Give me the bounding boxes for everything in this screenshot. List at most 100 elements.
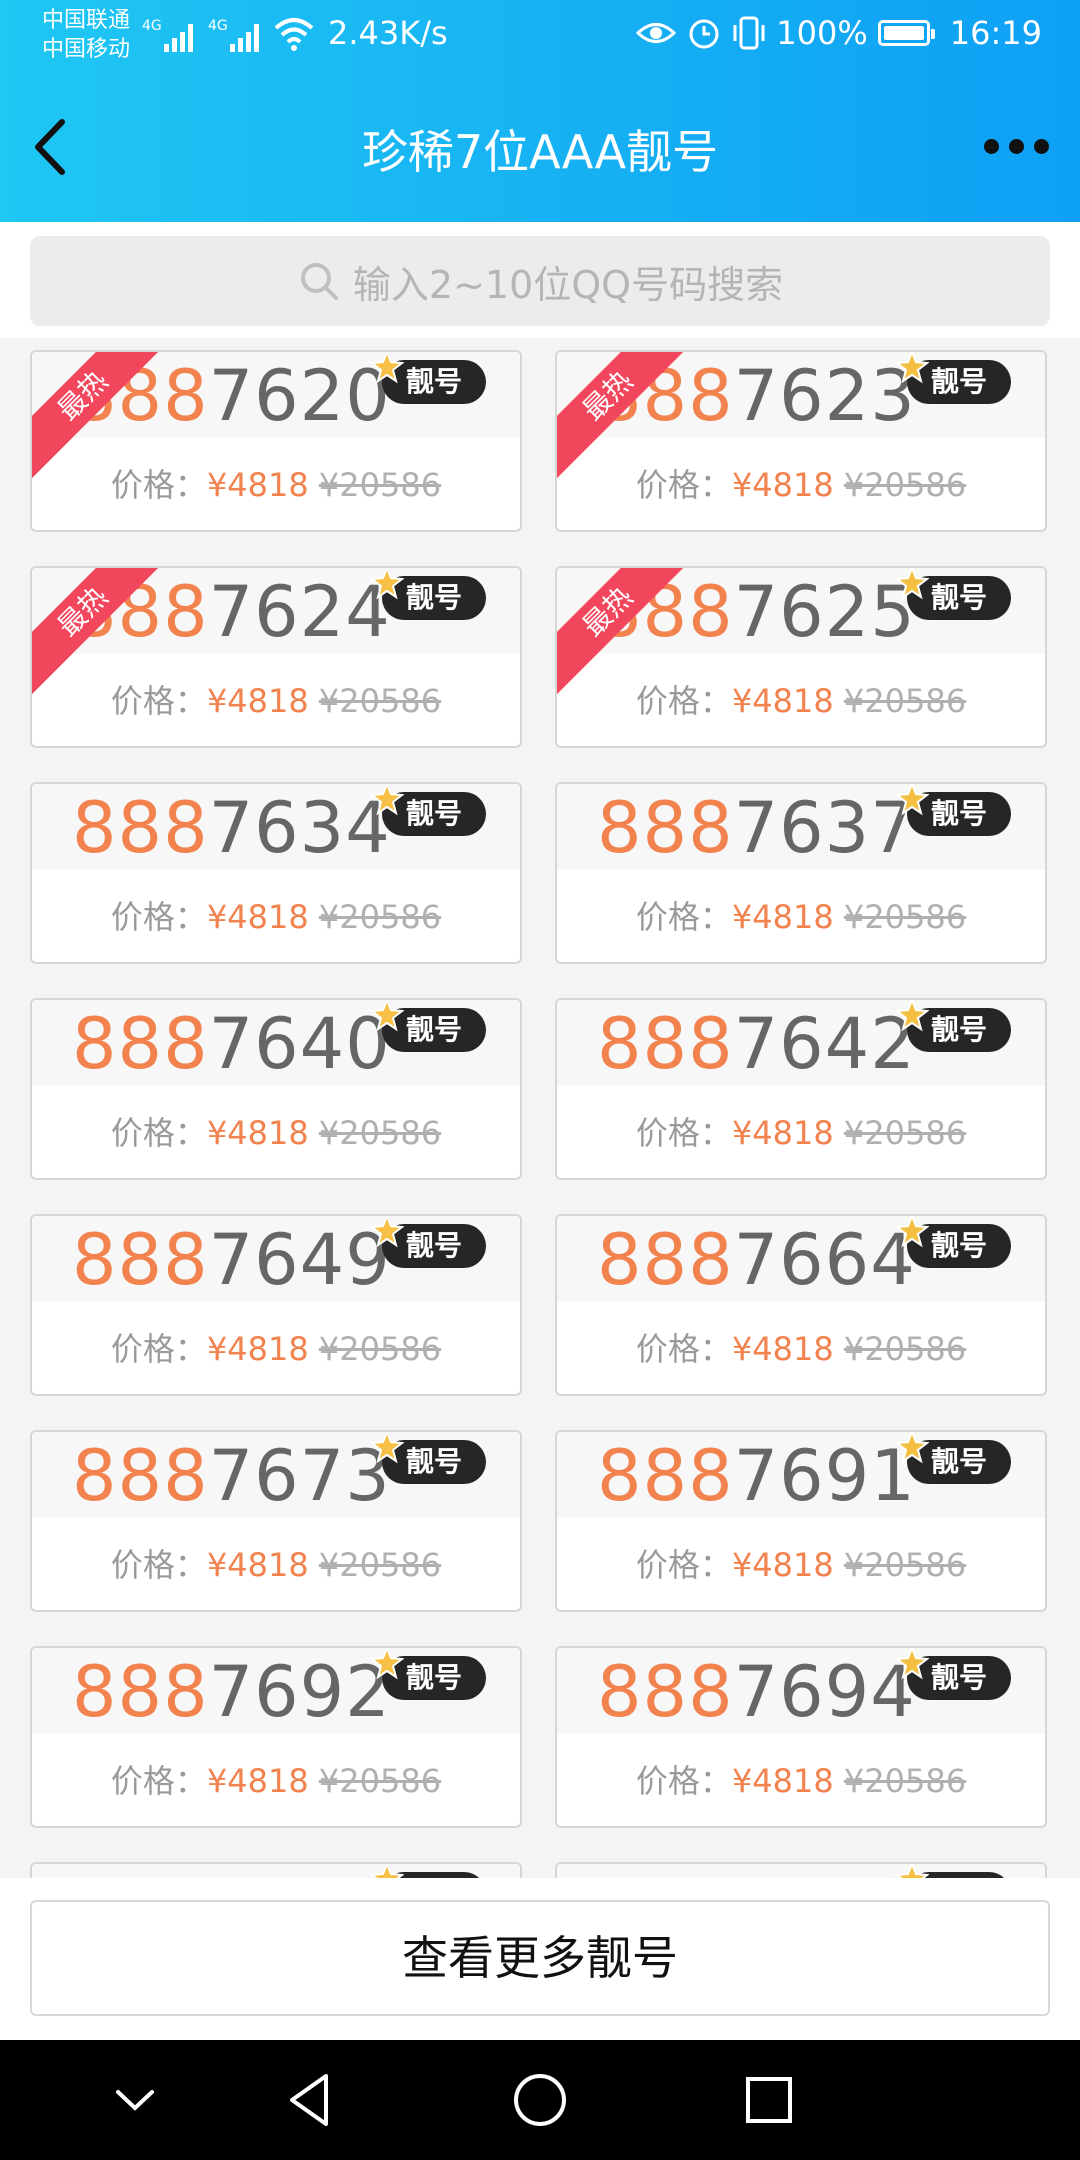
number-card[interactable]: [30, 1862, 522, 1878]
current-price: ¥4818: [731, 1330, 834, 1368]
current-price: ¥4818: [731, 1114, 834, 1152]
price-prefix: 价格：: [110, 1546, 207, 1584]
number-card[interactable]: 8887640 靓号 价格：¥4818 ¥20586: [30, 998, 522, 1180]
price-line: 价格：¥4818 ¥20586: [32, 676, 520, 722]
view-more-button[interactable]: 查看更多靓号: [30, 1900, 1050, 2016]
number-card[interactable]: [555, 1862, 1047, 1878]
price-line: 价格：¥4818 ¥20586: [32, 1756, 520, 1802]
qq-number: 8887649: [72, 1220, 391, 1300]
price-prefix: 价格：: [110, 898, 207, 936]
number-suffix: 7694: [733, 1651, 916, 1733]
number-prefix: 888: [72, 1219, 209, 1301]
premium-badge: 靓号: [895, 1000, 1011, 1052]
number-card[interactable]: 8887664 靓号 价格：¥4818 ¥20586: [555, 1214, 1047, 1396]
number-card[interactable]: 8887694 靓号 价格：¥4818 ¥20586: [555, 1646, 1047, 1828]
number-card[interactable]: 8887623 靓号 价格：¥4818 ¥20586 最热: [555, 350, 1047, 532]
current-price: ¥4818: [731, 1762, 834, 1800]
current-price: ¥4818: [206, 466, 309, 504]
original-price: ¥20586: [843, 898, 967, 936]
battery-icon: [877, 20, 935, 46]
home-circle-icon[interactable]: [495, 2060, 585, 2140]
star-icon: [370, 1648, 404, 1680]
page-title: 珍稀7位AAA靓号: [361, 125, 719, 179]
badge-label: 靓号: [930, 1229, 987, 1262]
number-suffix: 7623: [733, 355, 916, 437]
price-prefix: 价格：: [635, 682, 732, 720]
original-price: ¥20586: [318, 1330, 442, 1368]
badge-label: 靓号: [405, 1661, 462, 1694]
svg-text:4G: 4G: [142, 18, 162, 34]
price-line: 价格：¥4818 ¥20586: [32, 1324, 520, 1370]
number-suffix: 7625: [733, 571, 916, 653]
number-prefix: 888: [72, 1435, 209, 1517]
number-card[interactable]: 8887692 靓号 价格：¥4818 ¥20586: [30, 1646, 522, 1828]
number-suffix: 7691: [733, 1435, 916, 1517]
star-icon: [370, 1432, 404, 1464]
carrier-2: 中国移动: [42, 37, 131, 62]
number-suffix: 7637: [733, 787, 916, 869]
search-area: 输入2~10位QQ号码搜索: [0, 222, 1080, 338]
number-card[interactable]: 8887649 靓号 价格：¥4818 ¥20586: [30, 1214, 522, 1396]
number-prefix: 888: [597, 787, 734, 869]
number-card[interactable]: 8887620 靓号 价格：¥4818 ¥20586 最热: [30, 350, 522, 532]
recents-square-icon[interactable]: [724, 2060, 814, 2140]
current-price: ¥4818: [206, 1330, 309, 1368]
price-line: 价格：¥4818 ¥20586: [557, 676, 1045, 722]
original-price: ¥20586: [318, 1114, 442, 1152]
number-prefix: 888: [597, 1651, 734, 1733]
premium-badge: 靓号: [895, 1648, 1011, 1700]
number-card[interactable]: 8887673 靓号 价格：¥4818 ¥20586: [30, 1430, 522, 1612]
premium-badge: 靓号: [895, 1432, 1011, 1484]
carrier-1: 中国联通: [42, 8, 131, 33]
star-icon: [895, 1216, 929, 1248]
badge-label: 靓号: [930, 1013, 987, 1046]
premium-badge: 靓号: [370, 352, 486, 404]
number-suffix: 7640: [208, 1003, 391, 1085]
number-card[interactable]: 8887625 靓号 价格：¥4818 ¥20586 最热: [555, 566, 1047, 748]
price-prefix: 价格：: [635, 1546, 732, 1584]
star-icon: [895, 568, 929, 600]
star-icon: [895, 1432, 929, 1464]
number-card[interactable]: 8887691 靓号 价格：¥4818 ¥20586: [555, 1430, 1047, 1612]
badge-label: 靓号: [930, 797, 987, 830]
badge-label: 靓号: [405, 1013, 462, 1046]
current-price: ¥4818: [206, 1762, 309, 1800]
number-card[interactable]: 8887634 靓号 价格：¥4818 ¥20586: [30, 782, 522, 964]
premium-badge: 靓号: [895, 352, 1011, 404]
vibrate-icon: [733, 16, 765, 50]
number-prefix: 888: [597, 1219, 734, 1301]
star-icon: [895, 352, 929, 384]
back-triangle-icon[interactable]: [264, 2060, 354, 2140]
more-options-icon[interactable]: [976, 126, 1056, 166]
current-price: ¥4818: [731, 466, 834, 504]
number-suffix: 7620: [208, 355, 391, 437]
qq-number: 8887694: [597, 1652, 916, 1732]
price-line: 价格：¥4818 ¥20586: [557, 1324, 1045, 1370]
number-prefix: 888: [597, 1003, 734, 1085]
clock: 16:19: [949, 14, 1042, 52]
price-prefix: 价格：: [110, 1762, 207, 1800]
price-prefix: 价格：: [635, 1114, 732, 1152]
badge-label: 靓号: [405, 1445, 462, 1478]
search-input[interactable]: 输入2~10位QQ号码搜索: [30, 236, 1050, 326]
search-icon: [300, 263, 338, 300]
chevron-down-icon[interactable]: [90, 2060, 180, 2140]
price-prefix: 价格：: [110, 1114, 207, 1152]
star-icon: [895, 1648, 929, 1680]
badge-label: 靓号: [930, 1661, 987, 1694]
status-right: 100% 16:19: [636, 14, 1042, 52]
number-card[interactable]: 8887637 靓号 价格：¥4818 ¥20586: [555, 782, 1047, 964]
number-card[interactable]: 8887624 靓号 价格：¥4818 ¥20586 最热: [30, 566, 522, 748]
badge-label: 靓号: [930, 365, 987, 398]
current-price: ¥4818: [206, 1546, 309, 1584]
number-card[interactable]: 8887642 靓号 价格：¥4818 ¥20586: [555, 998, 1047, 1180]
original-price: ¥20586: [843, 1762, 967, 1800]
number-prefix: 888: [597, 1435, 734, 1517]
network-speed: 2.43K/s: [328, 14, 448, 52]
eye-icon: [636, 23, 677, 43]
badge-label: 靓号: [930, 581, 987, 614]
number-suffix: 7673: [208, 1435, 391, 1517]
number-prefix: 888: [72, 787, 209, 869]
star-icon: [370, 1864, 404, 1878]
price-prefix: 价格：: [110, 682, 207, 720]
